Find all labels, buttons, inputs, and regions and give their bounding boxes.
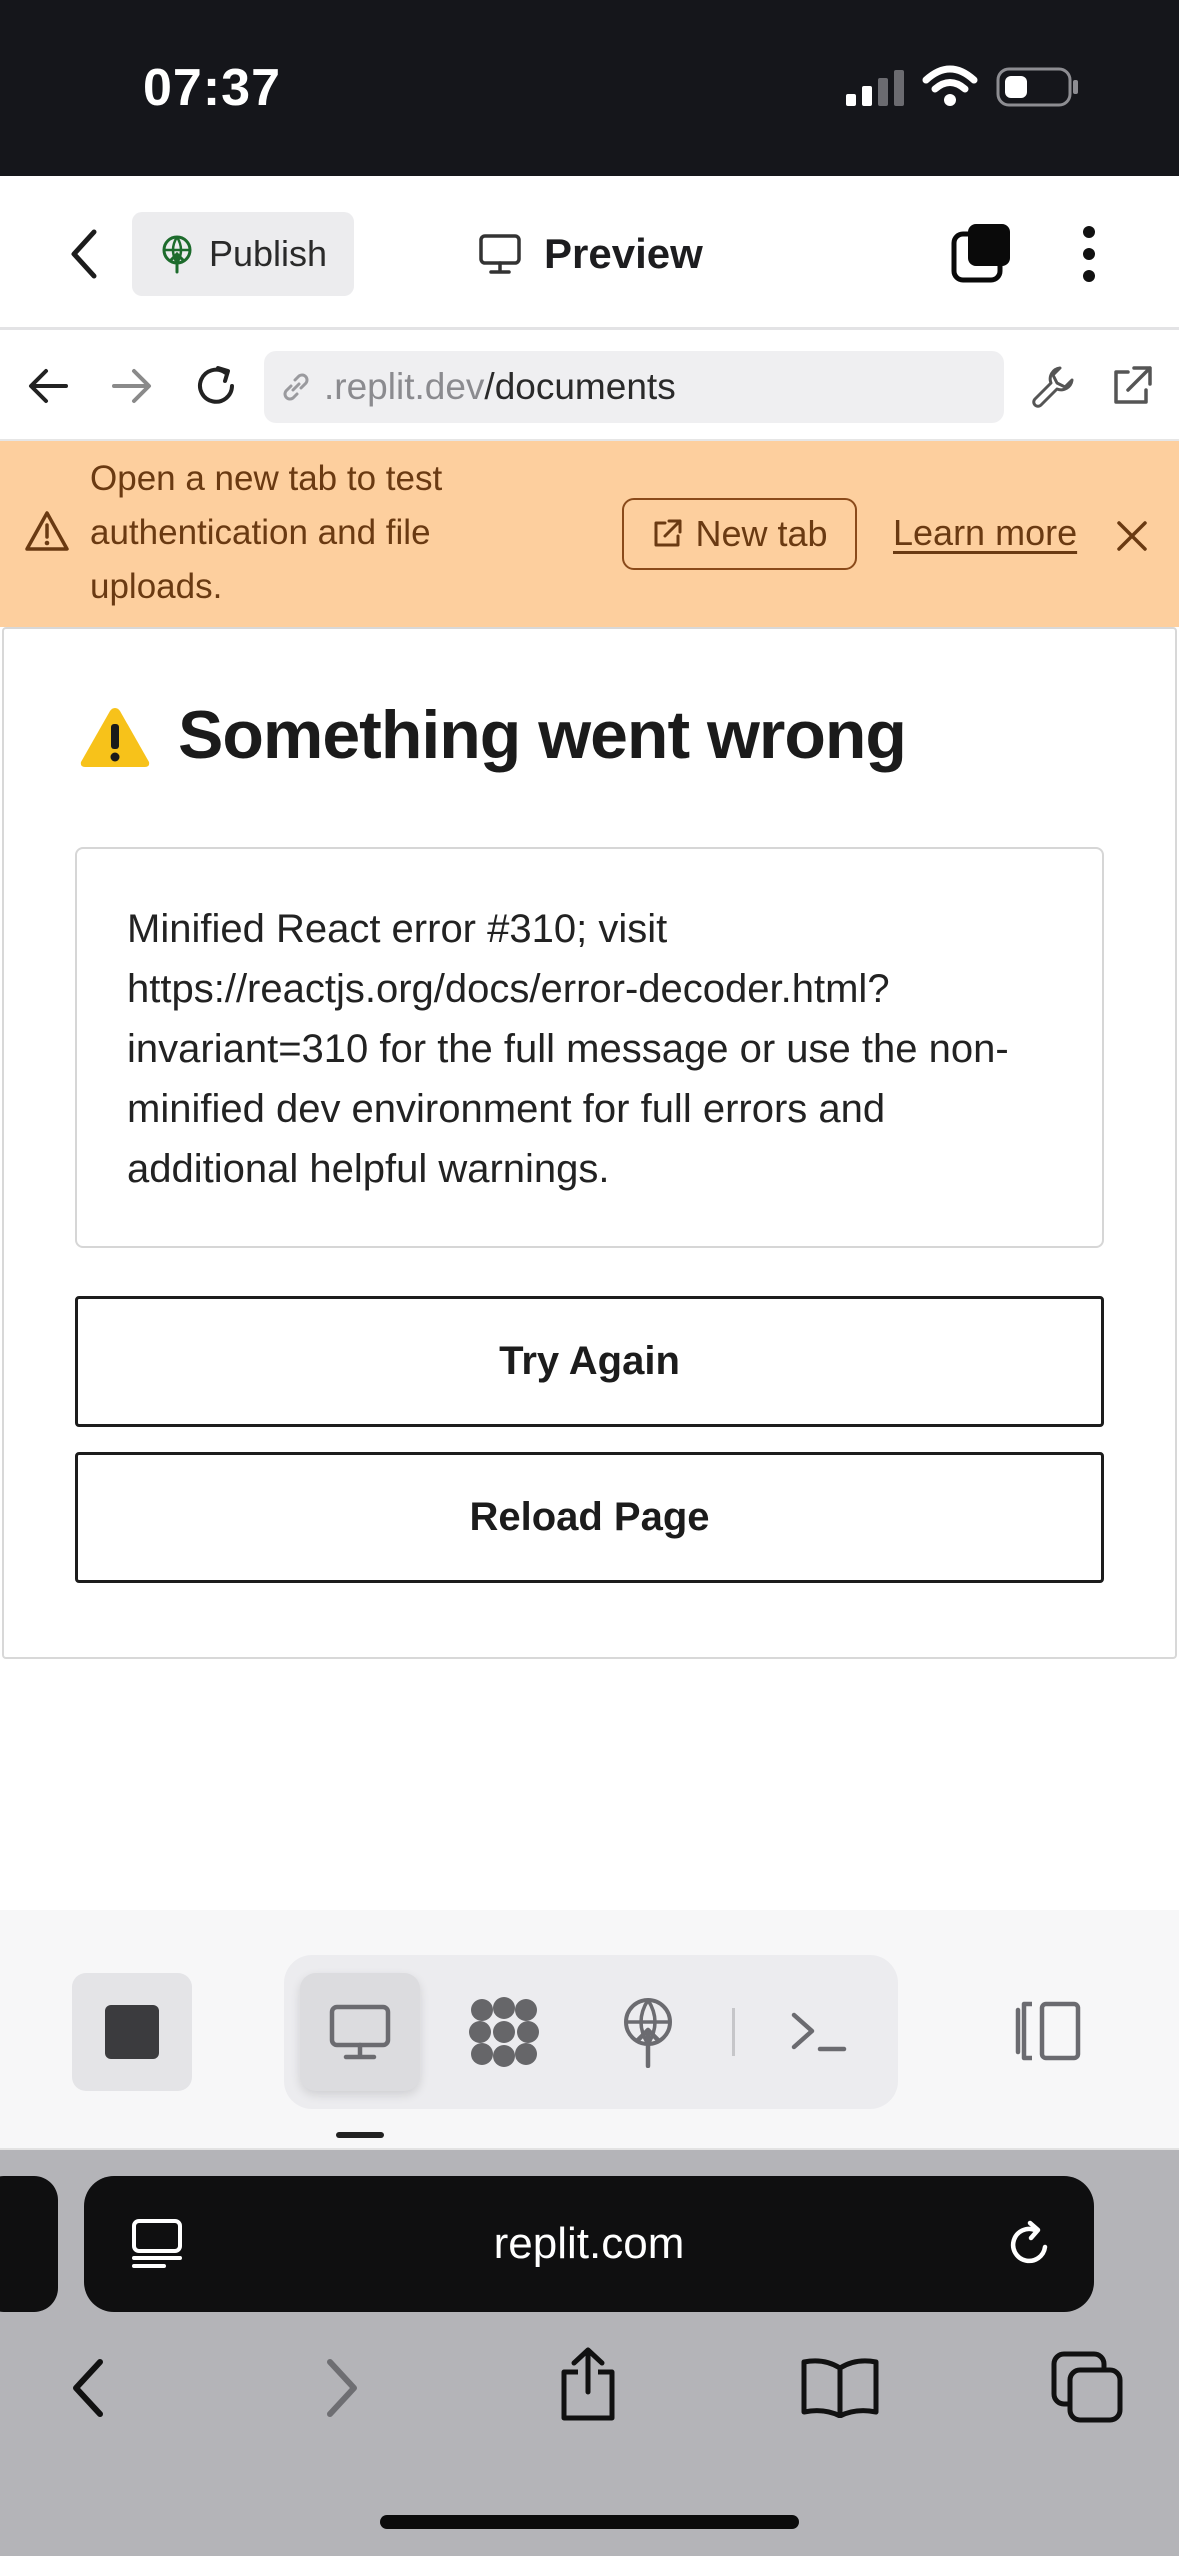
new-tab-button[interactable]: New tab	[622, 498, 857, 570]
split-panel-icon[interactable]	[1010, 2000, 1082, 2062]
tool-shell[interactable]	[758, 1973, 878, 2091]
monitor-icon	[479, 234, 521, 274]
battery-icon	[996, 66, 1080, 108]
home-indicator	[380, 2515, 799, 2529]
reload-page-button[interactable]: Reload Page	[75, 1452, 1104, 1583]
globe-upload-icon	[162, 235, 192, 274]
url-path: /documents	[484, 366, 676, 407]
tool-preview[interactable]	[300, 1973, 420, 2091]
safari-reload-icon[interactable]	[1004, 2220, 1054, 2270]
open-external-icon[interactable]	[1108, 364, 1154, 410]
publish-button[interactable]: Publish	[132, 212, 354, 296]
wrench-icon[interactable]	[1030, 364, 1076, 410]
active-tool-indicator	[336, 2132, 384, 2138]
tabs-overview-icon[interactable]	[1050, 2350, 1124, 2424]
publish-label: Publish	[208, 233, 328, 274]
wifi-icon	[922, 64, 978, 108]
nav-forward-arrow-icon[interactable]	[110, 366, 154, 406]
warning-emoji-icon	[78, 704, 152, 770]
nav-back-arrow-icon[interactable]	[26, 366, 70, 406]
stop-icon	[105, 2005, 159, 2059]
signal-icon	[844, 68, 906, 108]
new-tab-label: New tab	[695, 513, 828, 554]
url-domain: .replit.dev	[324, 366, 485, 407]
safari-back-icon[interactable]	[66, 2356, 110, 2420]
share-icon[interactable]	[556, 2346, 620, 2422]
safari-forward-icon[interactable]	[320, 2356, 364, 2420]
bookmarks-icon[interactable]	[800, 2356, 880, 2418]
monitor-icon	[329, 2004, 391, 2060]
status-time: 07:37	[143, 59, 281, 117]
banner-message: Open a new tab to test authentication an…	[90, 459, 443, 606]
stop-button[interactable]	[72, 1973, 192, 2091]
previous-tab-peek[interactable]	[0, 2176, 58, 2312]
reload-icon[interactable]	[192, 362, 240, 410]
preview-label: Preview	[544, 230, 703, 277]
safari-url-text: replit.com	[493, 2219, 685, 2268]
error-title: Something went wrong	[178, 697, 907, 773]
error-message-box: Minified React error #310; visit https:/…	[75, 847, 1104, 1248]
open-external-icon	[654, 519, 682, 547]
tabs-switcher-icon[interactable]	[950, 222, 1014, 286]
reader-mode-icon[interactable]	[130, 2218, 184, 2270]
safari-address-bar[interactable]: replit.com	[84, 2176, 1094, 2312]
globe-upload-icon	[624, 1998, 672, 2068]
terminal-prompt-icon	[791, 2012, 847, 2052]
tool-agent[interactable]	[444, 1973, 564, 2091]
warning-triangle-icon	[24, 510, 70, 552]
try-again-button[interactable]: Try Again	[75, 1296, 1104, 1427]
more-options-icon[interactable]	[1078, 224, 1100, 284]
back-chevron-icon[interactable]	[62, 226, 106, 282]
agent-blob-icon	[469, 1997, 539, 2067]
preview-url-input[interactable]: .replit.dev /documents	[264, 351, 1004, 423]
learn-more-link[interactable]: Learn more	[893, 512, 1077, 554]
toolbar-divider	[732, 2008, 735, 2056]
tool-publish[interactable]	[588, 1973, 708, 2091]
close-icon[interactable]	[1114, 518, 1150, 554]
link-icon	[283, 373, 309, 401]
error-message: Minified React error #310; visit https:/…	[127, 907, 1009, 1191]
tab-preview[interactable]: Preview	[478, 222, 703, 286]
